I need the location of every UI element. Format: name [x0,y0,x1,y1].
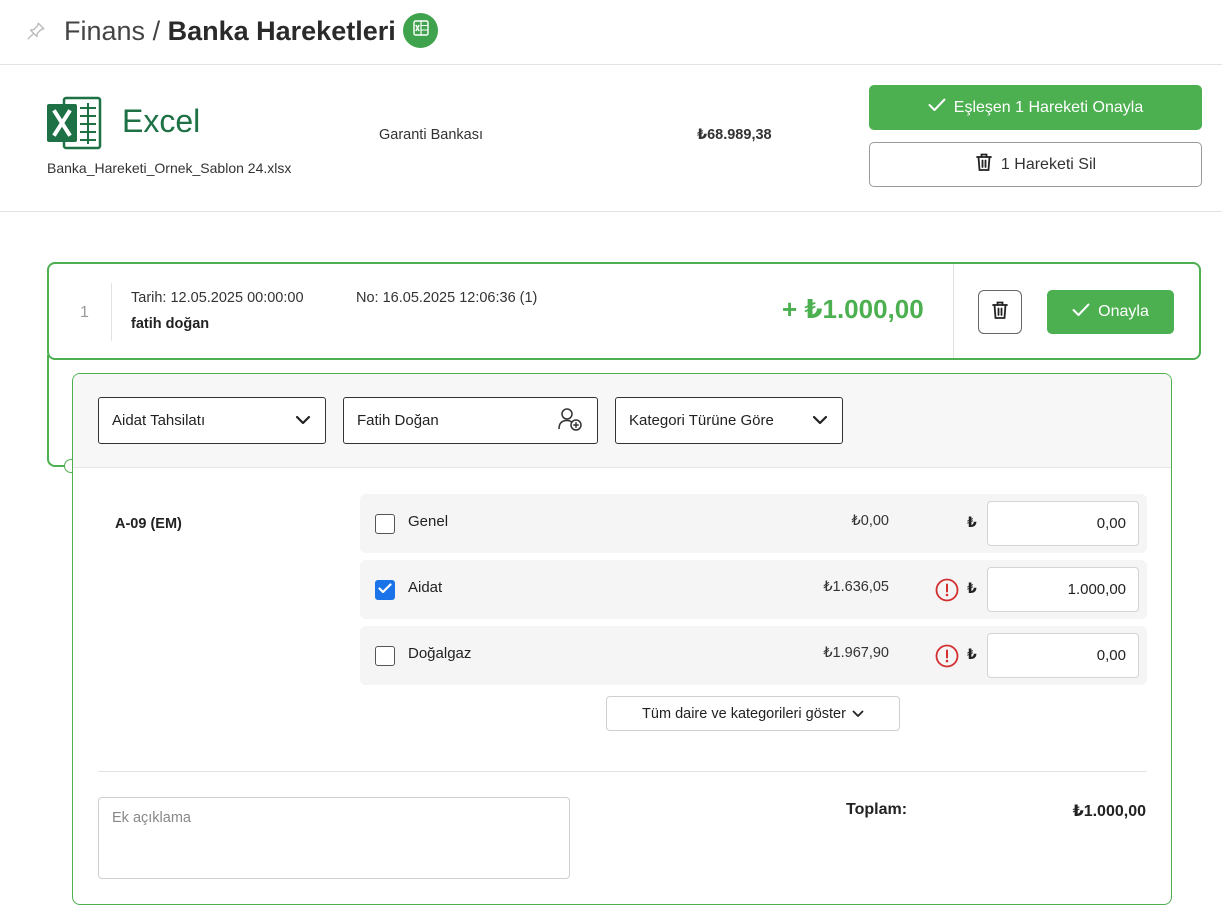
allocation-row: Doğalgaz ₺1.967,90 ₺ [360,626,1147,685]
excel-export-button[interactable] [403,13,438,48]
row-amount-input[interactable] [987,567,1139,612]
add-user-icon[interactable] [557,406,583,436]
total-label: Toplam: [846,801,908,818]
note-textarea[interactable] [98,797,570,879]
currency-symbol: ₺ [967,646,977,662]
approve-all-label: Eşleşen 1 Hareketi Onayla [953,98,1144,116]
row-checkbox[interactable] [375,646,395,666]
divider [111,283,112,341]
category-select[interactable]: Aidat Tahsilatı [98,397,326,444]
total-value: ₺1.000,00 [1072,803,1146,820]
delete-transaction-button[interactable] [978,290,1022,334]
trash-icon [975,152,993,177]
unit-label: A-09 (EM) [115,516,182,532]
file-total-amount: ₺68.989,38 [697,127,772,143]
chevron-down-icon [852,706,864,722]
warning-icon [935,644,959,668]
category-select-value: Aidat Tahsilatı [112,412,206,429]
currency-symbol: ₺ [967,580,977,596]
row-label: Aidat [408,579,443,596]
transaction-card: 1 Tarih: 12.05.2025 00:00:00 No: 16.05.2… [47,262,1201,360]
transaction-index: 1 [80,304,89,321]
currency-symbol: ₺ [967,514,977,530]
approve-all-button[interactable]: Eşleşen 1 Hareketi Onayla [869,85,1202,130]
category-type-select-value: Kategori Türüne Göre [629,412,774,429]
top-bar: Finans / Banka Hareketleri [0,0,1222,65]
category-type-select[interactable]: Kategori Türüne Göre [615,397,843,444]
warning-icon [935,578,959,602]
approve-transaction-button[interactable]: Onayla [1047,290,1174,334]
check-icon [378,581,392,599]
transaction-amount: + ₺1.000,00 [782,294,924,324]
allocation-row: Genel ₺0,00 ₺ [360,494,1147,553]
person-select-value: Fatih Doğan [357,412,439,429]
chevron-down-icon [812,412,828,429]
excel-logo [46,95,102,156]
chevron-down-icon [295,412,311,429]
excel-icon [411,18,431,43]
row-debt: ₺1.967,90 [823,645,889,661]
pin-icon[interactable] [25,20,47,42]
breadcrumb-parent[interactable]: Finans [64,16,145,46]
check-icon [928,98,946,117]
breadcrumb-separator: / [152,16,161,46]
delete-all-button[interactable]: 1 Hareketi Sil [869,142,1202,187]
trash-icon [991,300,1009,325]
row-debt: ₺0,00 [851,513,889,529]
import-summary: Excel Banka_Hareketi_Ornek_Sablon 24.xls… [0,65,1222,212]
allocation-row: Aidat ₺1.636,05 ₺ [360,560,1147,619]
row-amount-input[interactable] [987,633,1139,678]
row-amount-input[interactable] [987,501,1139,546]
show-all-button[interactable]: Tüm daire ve kategorileri göster [606,696,900,731]
excel-logo-word: Excel [122,103,201,139]
check-icon [1072,303,1090,322]
detail-filters: Aidat Tahsilatı Fatih Doğan Kategori Tür… [73,374,1171,468]
divider [98,771,1147,772]
approve-label: Onayla [1098,303,1149,320]
delete-all-label: 1 Hareketi Sil [1000,155,1097,173]
file-name: Banka_Hareketi_Ornek_Sablon 24.xlsx [47,160,292,176]
divider [953,264,954,358]
show-all-label: Tüm daire ve kategorileri göster [642,705,846,722]
bank-name: Garanti Bankası [379,127,483,143]
transaction-detail-panel: Aidat Tahsilatı Fatih Doğan Kategori Tür… [72,373,1172,905]
row-checkbox[interactable] [375,580,395,600]
breadcrumb: Finans / Banka Hareketleri [64,14,396,48]
transaction-date: Tarih: 12.05.2025 00:00:00 [131,290,304,306]
transaction-person: fatih doğan [131,316,210,332]
row-checkbox[interactable] [375,514,395,534]
transaction-no: No: 16.05.2025 12:06:36 (1) [356,290,538,306]
person-select[interactable]: Fatih Doğan [343,397,598,444]
page-title: Banka Hareketleri [167,16,396,46]
row-debt: ₺1.636,05 [823,579,889,595]
row-label: Genel [408,513,449,530]
row-label: Doğalgaz [408,645,472,662]
